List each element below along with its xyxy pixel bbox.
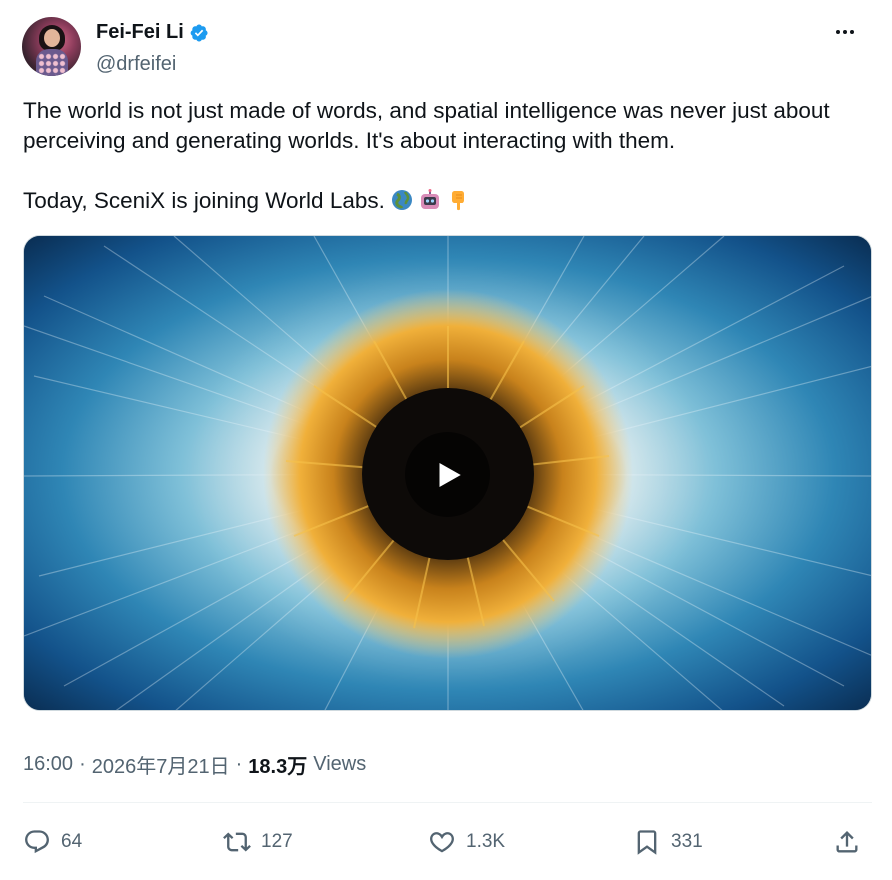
views-label: Views [313,753,367,775]
tweet-date[interactable]: 2026年7月21日 [92,750,230,779]
reply-count: 64 [61,831,83,852]
tweet-header: Fei-Fei Li @drfeifei [22,17,870,81]
like-count: 1.3K [466,831,506,852]
heart-icon [430,832,454,853]
tweet-actions: 64 127 1.3K 331 [23,822,872,862]
repost-count: 127 [261,831,293,852]
tweet-video[interactable] [23,235,872,711]
author-name-row[interactable]: Fei-Fei Li [96,21,209,44]
pointing-down-emoji [447,189,469,211]
play-button[interactable] [405,432,490,517]
globe-emoji [391,189,413,211]
bookmark-icon [637,830,657,855]
share-icon [836,831,858,853]
author-name[interactable]: Fei-Fei Li [96,21,184,44]
avatar-pattern [38,53,66,75]
avatar[interactable] [22,17,81,76]
reply-icon [25,830,49,854]
tweet-line-2-text: Today, SceniX is joining World Labs. [23,188,385,213]
more-options-icon[interactable] [830,17,860,47]
tweet-text: The world is not just made of words, and… [23,96,873,216]
tweet-time[interactable]: 16:00 [23,753,73,776]
divider [23,802,872,803]
avatar-face [44,29,60,47]
meta-separator: · [79,753,86,775]
like-button[interactable]: 1.3K [428,822,505,862]
repost-icon [223,832,251,852]
bookmark-count: 331 [671,831,703,852]
tweet-line-1: The world is not just made of words, and… [23,98,830,153]
play-icon [439,462,461,487]
share-button[interactable] [833,822,861,862]
views-count: 18.3万 [248,756,308,778]
author-handle[interactable]: @drfeifei [96,53,176,76]
tweet-line-2: Today, SceniX is joining World Labs. [23,186,873,216]
tweet-meta: 16:00 · 2026年7月21日 · 18.3万 Views [23,750,366,779]
verified-badge-icon[interactable] [189,23,209,43]
meta-separator-2: · [235,753,243,775]
repost-button[interactable]: 127 [223,822,293,862]
robot-emoji [419,189,441,211]
bookmark-button[interactable]: 331 [633,822,703,862]
reply-button[interactable]: 64 [23,822,82,862]
